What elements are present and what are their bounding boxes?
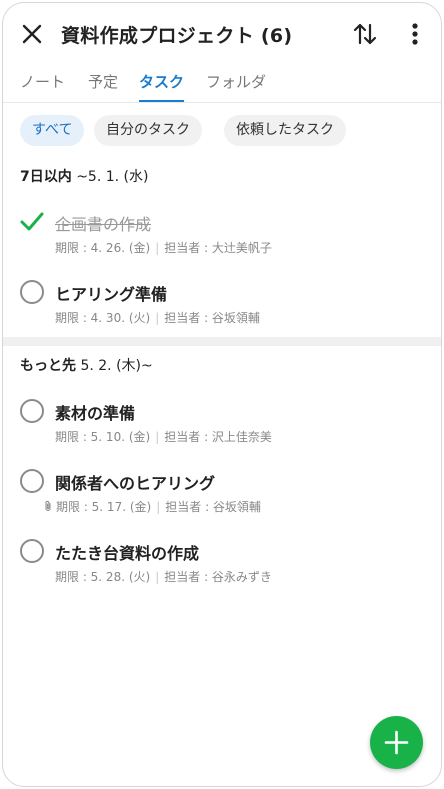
task-title: 企画書の作成 xyxy=(55,215,152,234)
task-assignee: 担当者 : 谷永みずき xyxy=(164,570,272,584)
header: 資料作成プロジェクト (6) xyxy=(3,3,441,63)
section-header-later: もっと先 5. 2. (木)~ xyxy=(20,355,153,375)
checkbox-circle-icon[interactable] xyxy=(20,280,44,304)
task-title: 関係者へのヒアリング xyxy=(55,474,216,493)
filter-all[interactable]: すべて xyxy=(20,115,85,146)
task-due: 期限 : 5. 10. (金) xyxy=(55,430,151,444)
task-row[interactable]: ヒアリング準備 期限 : 4. 30. (火) | 担当者 : 谷坂領輔 xyxy=(3,280,441,336)
checkmark-icon[interactable] xyxy=(19,210,45,234)
add-task-button[interactable] xyxy=(370,716,423,769)
checkbox-circle-icon[interactable] xyxy=(20,469,44,493)
filter-my-tasks[interactable]: 自分のタスク xyxy=(94,115,202,146)
filter-requested-tasks[interactable]: 依頼したタスク xyxy=(224,115,346,146)
tab-tasks[interactable]: タスク xyxy=(139,71,185,102)
section-header-label: もっと先 xyxy=(20,358,76,374)
task-title: 素材の準備 xyxy=(55,404,136,423)
paperclip-icon xyxy=(43,500,53,512)
section-divider xyxy=(3,337,441,346)
tab-bar: ノート 予定 タスク フォルダ xyxy=(3,63,441,103)
close-icon[interactable] xyxy=(20,22,44,46)
tab-notes[interactable]: ノート xyxy=(20,71,65,102)
section-header-label: 7日以内 xyxy=(20,169,72,185)
task-title: たたき台資料の作成 xyxy=(55,544,200,563)
task-assignee: 担当者 : 谷坂領輔 xyxy=(164,311,260,325)
checkbox-circle-icon[interactable] xyxy=(20,399,44,423)
app-frame: 資料作成プロジェクト (6) ノート 予定 タスク フォルダ すべて 自分のタス… xyxy=(2,2,442,787)
task-due: 期限 : 4. 26. (金) xyxy=(55,241,151,255)
task-assignee: 担当者 : 沢上佳奈美 xyxy=(164,430,272,444)
more-vertical-icon[interactable] xyxy=(403,21,427,47)
checkbox-circle-icon[interactable] xyxy=(20,539,44,563)
task-row[interactable]: 素材の準備 期限 : 5. 10. (金) | 担当者 : 沢上佳奈美 xyxy=(3,399,441,455)
sort-icon[interactable] xyxy=(353,21,377,47)
plus-icon xyxy=(384,730,409,755)
task-assignee: 担当者 : 大辻美帆子 xyxy=(164,241,272,255)
task-meta: 期限 : 5. 10. (金) | 担当者 : 沢上佳奈美 xyxy=(55,430,272,444)
task-due: 期限 : 4. 30. (火) xyxy=(55,311,151,325)
task-row[interactable]: 企画書の作成 期限 : 4. 26. (金) | 担当者 : 大辻美帆子 xyxy=(3,210,441,266)
task-row[interactable]: たたき台資料の作成 期限 : 5. 28. (火) | 担当者 : 谷永みずき xyxy=(3,539,441,595)
task-title: ヒアリング準備 xyxy=(55,285,168,304)
task-meta: 期限 : 4. 30. (火) | 担当者 : 谷坂領輔 xyxy=(55,311,260,325)
tab-schedule[interactable]: 予定 xyxy=(88,71,118,102)
section-header-within-7-days: 7日以内 ~5. 1. (水) xyxy=(20,166,148,186)
task-meta: 期限 : 5. 17. (金) | 担当者 : 谷坂領輔 xyxy=(43,498,261,515)
task-meta: 期限 : 4. 26. (金) | 担当者 : 大辻美帆子 xyxy=(55,241,272,255)
section-header-date: 5. 2. (木)~ xyxy=(76,358,153,374)
task-due: 期限 : 5. 28. (火) xyxy=(55,570,151,584)
tab-folders[interactable]: フォルダ xyxy=(206,71,266,102)
section-header-date: ~5. 1. (水) xyxy=(71,169,149,185)
task-due: 期限 : 5. 17. (金) xyxy=(56,500,152,514)
page-title: 資料作成プロジェクト (6) xyxy=(61,25,293,47)
task-meta: 期限 : 5. 28. (火) | 担当者 : 谷永みずき xyxy=(55,570,272,584)
task-row[interactable]: 関係者へのヒアリング 期限 : 5. 17. (金) | 担当者 : 谷坂領輔 xyxy=(3,469,441,525)
task-assignee: 担当者 : 谷坂領輔 xyxy=(165,500,261,514)
